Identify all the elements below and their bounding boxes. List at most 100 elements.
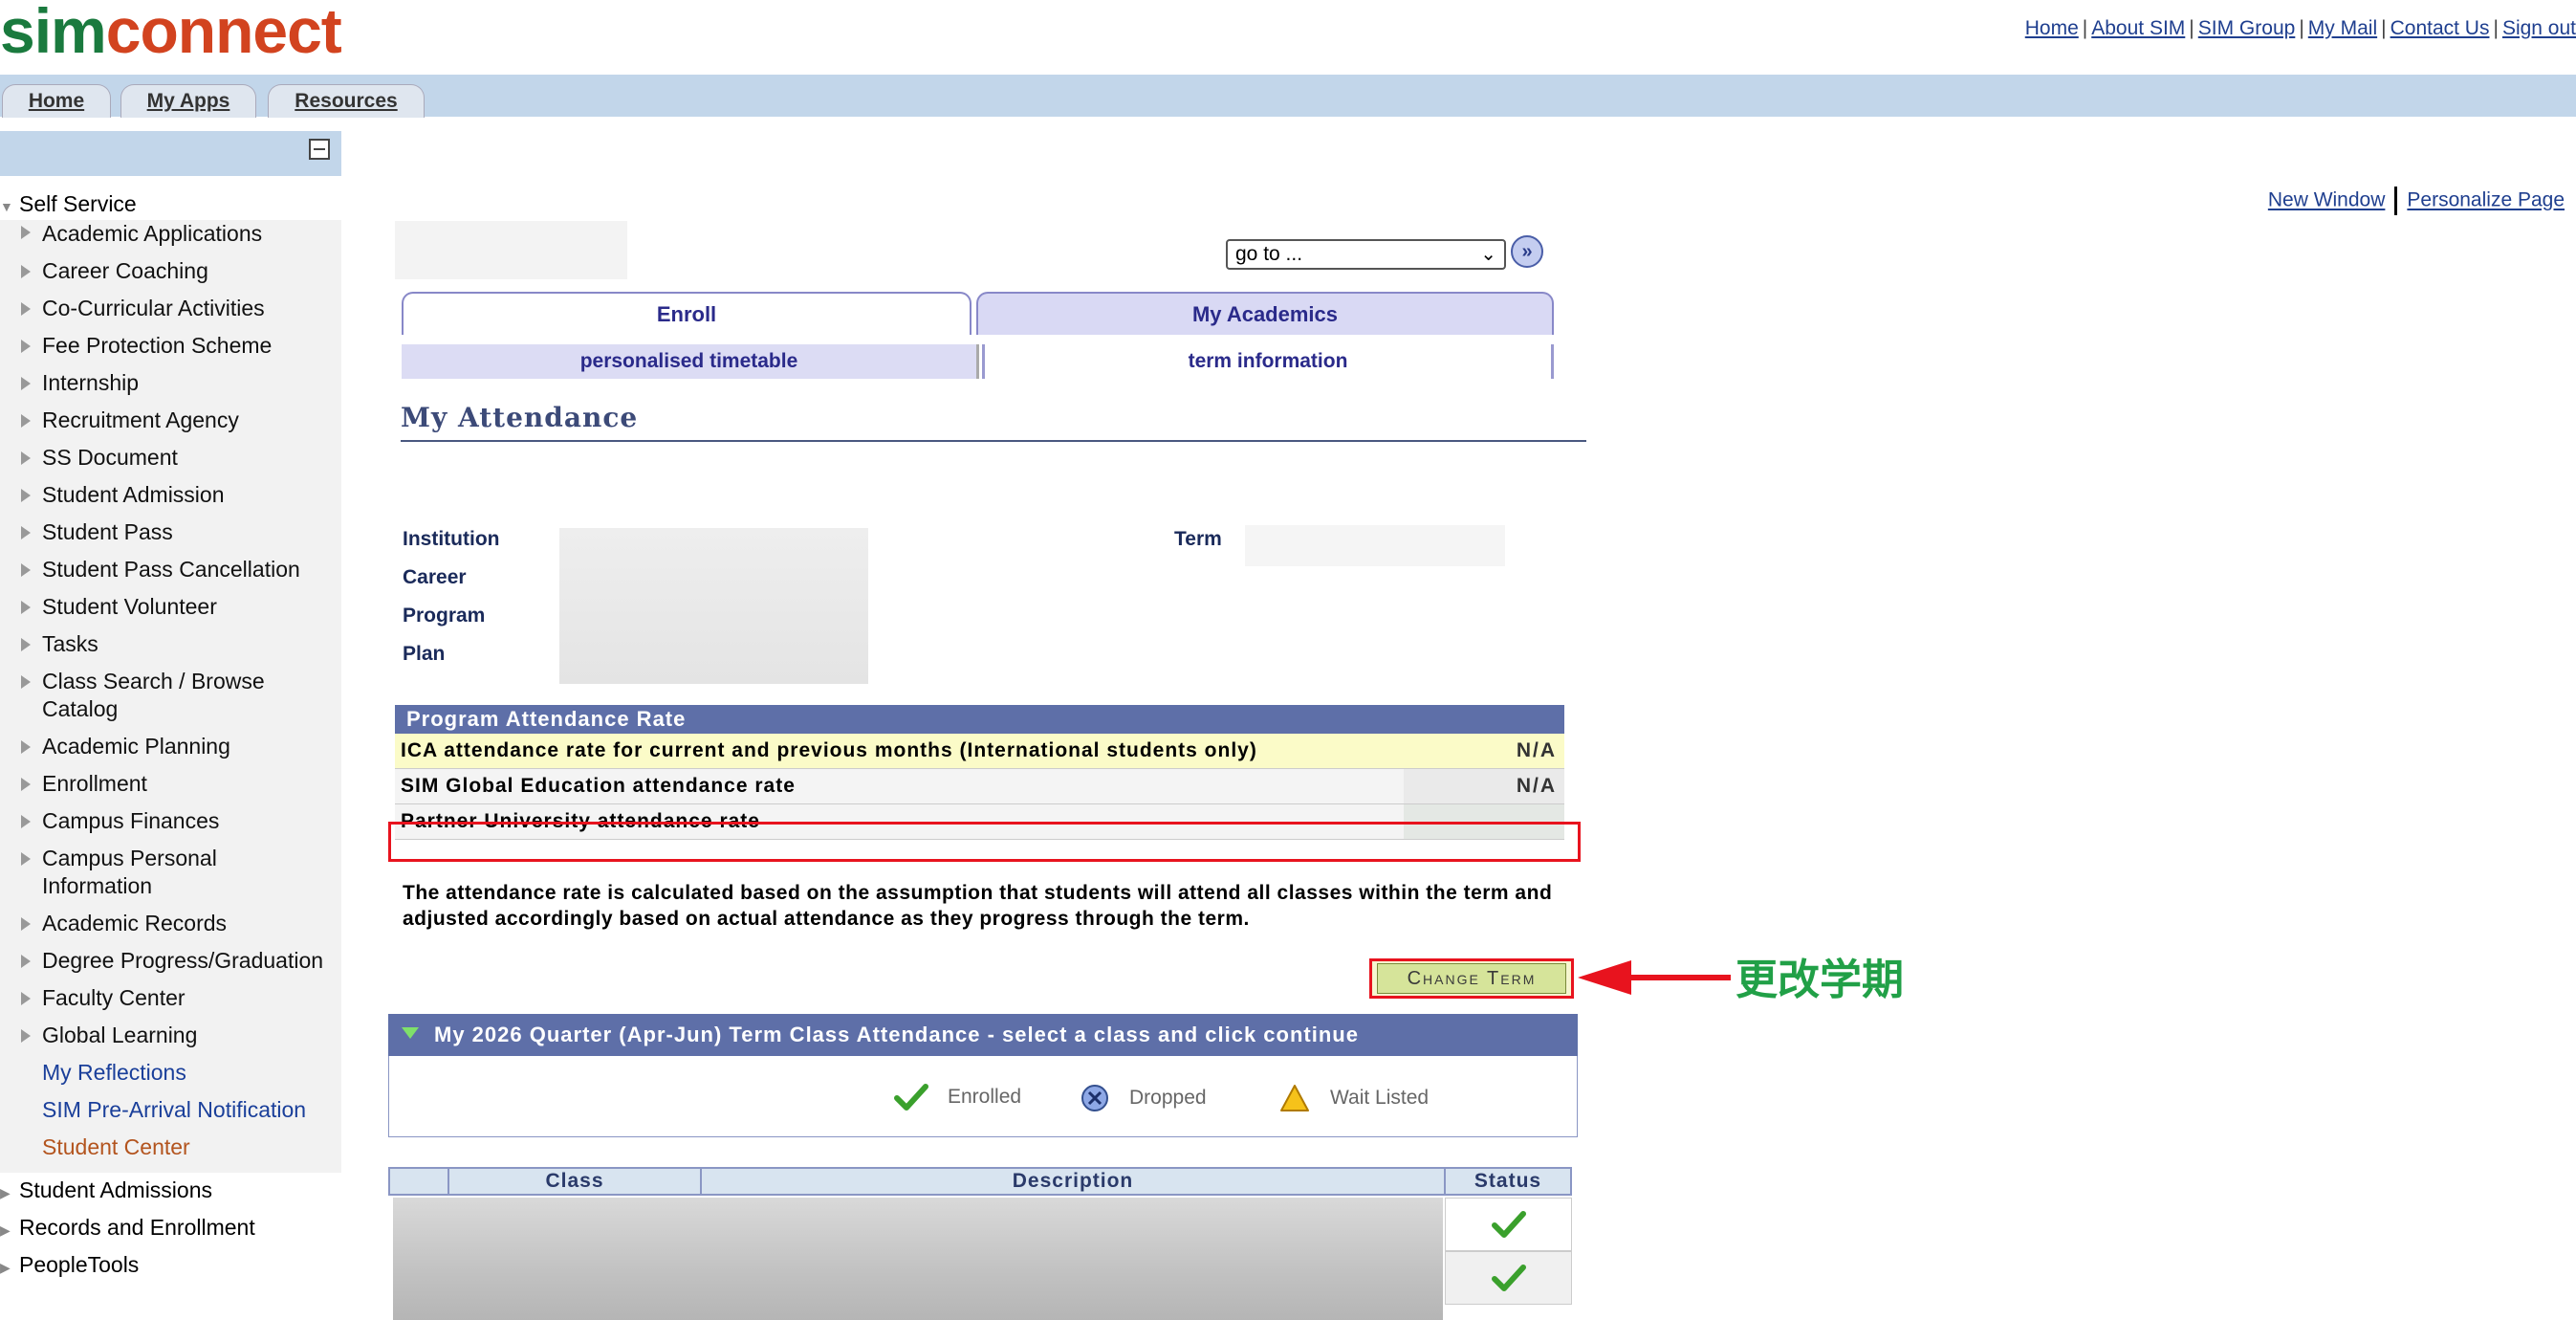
collapsed-triangle-icon [21, 778, 31, 791]
status-legend: Enrolled Dropped Wait Listed [388, 1056, 1578, 1137]
collapsed-triangle-icon [21, 638, 31, 651]
tab-personalised-timetable[interactable]: personalised timetable [402, 344, 979, 379]
annotation-text: 更改学期 [1736, 956, 1904, 1004]
sidebar-header [0, 131, 341, 176]
column-header-description: Description [702, 1169, 1446, 1194]
sidebar-item[interactable]: Student Pass Cancellation [0, 552, 341, 589]
collapsed-triangle-icon [21, 1029, 31, 1043]
page-links: New Window Personalize Page [2268, 187, 2565, 215]
column-header-status: Status [1474, 1170, 1542, 1192]
legend-wait-listed: Wait Listed [1278, 1083, 1429, 1113]
redacted-class-rows [393, 1198, 1443, 1320]
top-link-home[interactable]: Home [2025, 17, 2079, 39]
collapsed-triangle-icon [21, 563, 31, 577]
collapsed-triangle-icon [21, 489, 31, 502]
sidebar-item[interactable]: Student Volunteer [0, 589, 341, 627]
table-row: ICA attendance rate for current and prev… [395, 734, 1564, 769]
annotation-arrow-icon [1578, 960, 1631, 995]
sidebar-item[interactable]: Faculty Center [0, 980, 341, 1018]
sidebar-item[interactable]: Internship [0, 365, 341, 403]
collapsed-triangle-icon: ▶ [0, 1260, 11, 1275]
nav-tab-home[interactable]: Home [2, 84, 111, 118]
sidebar-root-student-admissions[interactable]: ▶ Student Admissions [0, 1177, 212, 1203]
change-term-highlight: Change Term [1369, 958, 1574, 999]
sidebar-item[interactable]: Academic Records [0, 906, 341, 943]
top-links: Home | About SIM | SIM Group | My Mail | Contact… [2024, 17, 2576, 39]
tab-enroll[interactable]: Enroll [402, 292, 971, 335]
sidebar-item[interactable]: Fee Protection Scheme [0, 328, 341, 365]
redacted-image [395, 221, 627, 279]
top-link-contact-us[interactable]: Contact Us [2390, 17, 2490, 39]
table-row: SIM Global Education attendance rate N/A [395, 769, 1564, 804]
attendance-rate-table: Program Attendance Rate ICA attendance r… [395, 705, 1564, 840]
sidebar-root-peopletools[interactable]: ▶ PeopleTools [0, 1252, 139, 1278]
chevron-down-icon: ⌄ [1480, 244, 1496, 265]
tab-term-information[interactable]: term information [982, 344, 1554, 379]
collapsed-triangle-icon [21, 601, 31, 614]
rate-value: N/A [1404, 734, 1564, 768]
sidebar-item[interactable]: Tasks [0, 627, 341, 664]
class-grid: Class Description Status [388, 1167, 1572, 1320]
collapsed-triangle-icon [21, 815, 31, 828]
top-link-sim-group[interactable]: SIM Group [2198, 17, 2296, 39]
sidebar-list: Academic Applications Career Coaching Co… [0, 220, 341, 1173]
sidebar-item[interactable]: Academic Applications [0, 220, 341, 253]
sidebar-item[interactable]: Class Search / Browse Catalog [0, 664, 276, 729]
collapsed-triangle-icon [21, 740, 31, 754]
collapsed-triangle-icon [21, 675, 31, 689]
status-cell [1445, 1198, 1572, 1251]
collapsed-triangle-icon: ▶ [0, 1185, 11, 1200]
title-divider [401, 440, 1586, 442]
sidebar-item[interactable]: Career Coaching [0, 253, 341, 291]
collapsed-triangle-icon [21, 451, 31, 465]
sidebar-item[interactable]: Academic Planning [0, 729, 341, 766]
enrolled-check-icon [1491, 1265, 1526, 1291]
goto-select[interactable]: go to ... ⌄ [1226, 239, 1506, 270]
term-label: Term [1174, 528, 1222, 550]
nav-tab-resources[interactable]: Resources [268, 84, 425, 118]
class-attendance-panel: My 2026 Quarter (Apr-Jun) Term Class Att… [388, 1014, 1578, 1137]
goto-button[interactable]: » [1511, 235, 1543, 268]
top-link-sign-out[interactable]: Sign out [2502, 17, 2576, 39]
sidebar-item[interactable]: Degree Progress/Graduation [0, 943, 341, 980]
sidebar-item[interactable]: Campus Personal Information [0, 841, 243, 906]
sidebar-item[interactable]: SS Document [0, 440, 341, 477]
sidebar-root-records-enrollment[interactable]: ▶ Records and Enrollment [0, 1215, 255, 1241]
sidebar-link-pre-arrival[interactable]: SIM Pre-Arrival Notification [0, 1092, 341, 1130]
collapsed-triangle-icon [21, 955, 31, 968]
top-link-about-sim[interactable]: About SIM [2091, 17, 2185, 39]
sidebar-item[interactable]: Student Admission [0, 477, 341, 515]
enrolled-check-icon [1491, 1211, 1526, 1238]
personalize-page-link[interactable]: Personalize Page [2407, 189, 2565, 211]
nav-tab-my-apps[interactable]: My Apps [120, 84, 256, 118]
simconnect-logo[interactable]: simconnect [0, 0, 344, 66]
sidebar-root-self-service[interactable]: ▼ Self Service [0, 191, 137, 217]
collapsed-triangle-icon [21, 302, 31, 316]
redacted-term-value [1245, 525, 1505, 566]
sidebar-item[interactable]: Enrollment [0, 766, 341, 803]
column-header-class: Class [449, 1169, 702, 1194]
grid-header: Class Description Status [388, 1167, 1572, 1196]
sidebar-item[interactable]: Global Learning [0, 1018, 341, 1055]
top-link-my-mail[interactable]: My Mail [2308, 17, 2377, 39]
collapse-icon[interactable] [309, 139, 330, 160]
legend-enrolled: Enrolled [894, 1083, 1021, 1111]
change-term-button[interactable]: Change Term [1377, 963, 1566, 994]
program-label: Program [403, 605, 486, 627]
collapsed-triangle-icon [21, 526, 31, 539]
class-panel-header[interactable]: My 2026 Quarter (Apr-Jun) Term Class Att… [388, 1014, 1578, 1056]
sidebar-item[interactable]: Student Pass [0, 515, 341, 552]
sidebar-link-student-center[interactable]: Student Center [0, 1130, 341, 1173]
status-cell [1445, 1251, 1572, 1305]
annotation-arrow-line [1626, 975, 1731, 980]
new-window-link[interactable]: New Window [2268, 189, 2386, 211]
collapsed-triangle-icon [21, 377, 31, 390]
sidebar-item[interactable]: Recruitment Agency [0, 403, 341, 440]
tab-my-academics[interactable]: My Academics [976, 292, 1554, 335]
sidebar-link-my-reflections[interactable]: My Reflections [0, 1055, 341, 1092]
collapsed-triangle-icon [21, 226, 31, 239]
sidebar-item[interactable]: Co-Curricular Activities [0, 291, 341, 328]
sidebar-item[interactable]: Campus Finances [0, 803, 341, 841]
legend-dropped: Dropped [1080, 1083, 1207, 1113]
rate-value: N/A [1404, 769, 1564, 803]
